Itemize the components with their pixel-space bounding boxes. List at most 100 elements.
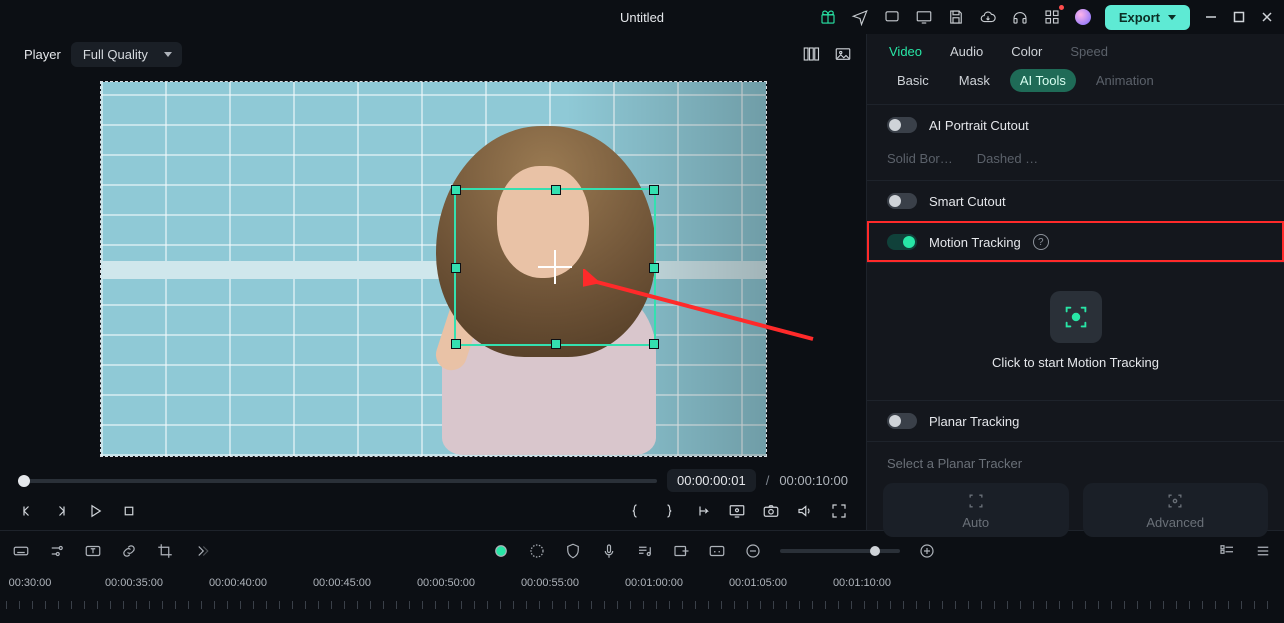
brace-open-icon[interactable] — [626, 502, 644, 520]
image-icon[interactable] — [834, 45, 852, 63]
seek-knob[interactable] — [18, 475, 30, 487]
add-media-icon[interactable] — [672, 542, 690, 560]
tracker-option-auto[interactable]: Auto — [883, 483, 1069, 537]
zoom-out-icon[interactable] — [744, 542, 762, 560]
resize-handle[interactable] — [551, 185, 561, 195]
mark-out-icon[interactable] — [694, 502, 712, 520]
window-maximize-button[interactable] — [1232, 10, 1246, 24]
save-icon[interactable] — [947, 8, 965, 26]
resize-handle[interactable] — [649, 263, 659, 273]
current-time: 00:00:00:01 — [667, 469, 756, 492]
account-avatar[interactable] — [1075, 9, 1091, 25]
step-back-icon[interactable] — [18, 502, 36, 520]
step-forward-icon[interactable] — [52, 502, 70, 520]
time-label: 00:00:35:00 — [105, 577, 163, 589]
gift-icon[interactable] — [819, 8, 837, 26]
stop-icon[interactable] — [120, 502, 138, 520]
zoom-slider[interactable] — [780, 549, 900, 553]
smart-cutout-row: Smart Cutout — [867, 180, 1284, 221]
caption-icon[interactable] — [708, 542, 726, 560]
timeline-settings-icon[interactable] — [1254, 542, 1272, 560]
time-label: 00:01:05:00 — [729, 577, 787, 589]
resize-handle[interactable] — [551, 339, 561, 349]
keyboard-icon[interactable] — [12, 542, 30, 560]
layout-grid-icon[interactable] — [802, 45, 820, 63]
apps-icon[interactable] — [1043, 8, 1061, 26]
headphones-icon[interactable] — [1011, 8, 1029, 26]
player-toolbar: Player Full Quality — [8, 34, 858, 74]
tracker-option-advanced[interactable]: Advanced — [1083, 483, 1269, 537]
preview-canvas[interactable] — [8, 74, 858, 463]
planar-tracker-options: Auto Advanced — [867, 479, 1284, 537]
cloud-download-icon[interactable] — [979, 8, 997, 26]
planar-tracking-row: Planar Tracking — [867, 400, 1284, 441]
desktop-icon[interactable] — [915, 8, 933, 26]
link-icon[interactable] — [120, 542, 138, 560]
zoom-in-icon[interactable] — [918, 542, 936, 560]
volume-icon[interactable] — [796, 502, 814, 520]
clip-selection[interactable] — [100, 81, 767, 457]
zoom-knob[interactable] — [870, 546, 880, 556]
player-label: Player — [24, 47, 61, 62]
resize-handle[interactable] — [649, 339, 659, 349]
resize-handle[interactable] — [451, 339, 461, 349]
smart-cutout-toggle[interactable] — [887, 193, 917, 209]
fullscreen-icon[interactable] — [830, 502, 848, 520]
time-label: 00:00:45:00 — [313, 577, 371, 589]
motion-tracking-row: Motion Tracking ? — [867, 221, 1284, 262]
resize-handle[interactable] — [451, 185, 461, 195]
timeline-view-icon[interactable] — [1218, 542, 1236, 560]
ai-portrait-cutout-row: AI Portrait Cutout — [867, 104, 1284, 145]
motion-tracking-cta: Click to start Motion Tracking — [992, 355, 1159, 370]
start-motion-tracking-button[interactable] — [1050, 291, 1102, 343]
color-wheel-icon[interactable] — [528, 542, 546, 560]
display-record-icon[interactable] — [728, 502, 746, 520]
mic-icon[interactable] — [600, 542, 618, 560]
timeline-ruler[interactable]: 00:30:0000:00:35:0000:00:40:0000:00:45:0… — [0, 571, 1284, 623]
chevron-down-icon — [164, 52, 172, 57]
tab-video[interactable]: Video — [889, 44, 922, 59]
ai-portrait-toggle[interactable] — [887, 117, 917, 133]
time-label: 00:01:00:00 — [625, 577, 683, 589]
quality-select[interactable]: Full Quality — [71, 42, 182, 67]
send-icon[interactable] — [851, 8, 869, 26]
tab-speed[interactable]: Speed — [1070, 44, 1108, 59]
subtab-animation[interactable]: Animation — [1086, 69, 1164, 92]
smart-cutout-label: Smart Cutout — [929, 194, 1006, 209]
ai-portrait-label: AI Portrait Cutout — [929, 118, 1029, 133]
music-list-icon[interactable] — [636, 542, 654, 560]
motion-tracking-toggle[interactable] — [887, 234, 917, 250]
chevron-down-icon — [1168, 15, 1176, 20]
settings-sliders-icon[interactable] — [48, 542, 66, 560]
tab-audio[interactable]: Audio — [950, 44, 983, 59]
window-close-button[interactable] — [1260, 10, 1274, 24]
video-frame — [101, 82, 766, 456]
help-icon[interactable]: ? — [1033, 234, 1049, 250]
planar-tracking-toggle[interactable] — [887, 413, 917, 429]
more-tools-icon[interactable] — [192, 542, 210, 560]
brace-close-icon[interactable] — [660, 502, 678, 520]
transport-controls — [8, 494, 858, 530]
total-duration: 00:00:10:00 — [779, 473, 848, 488]
shield-icon[interactable] — [564, 542, 582, 560]
seek-bar[interactable] — [18, 479, 657, 483]
window-minimize-button[interactable] — [1204, 10, 1218, 24]
message-icon[interactable] — [883, 8, 901, 26]
preview-pane: Player Full Quality — [0, 34, 866, 530]
subtab-ai-tools[interactable]: AI Tools — [1010, 69, 1076, 92]
planar-tracker-select-label: Select a Planar Tracker — [867, 441, 1284, 479]
subtab-basic[interactable]: Basic — [887, 69, 939, 92]
export-button[interactable]: Export — [1105, 5, 1190, 30]
play-icon[interactable] — [86, 502, 104, 520]
resize-handle[interactable] — [451, 263, 461, 273]
tab-color[interactable]: Color — [1011, 44, 1042, 59]
resize-handle[interactable] — [649, 185, 659, 195]
subtab-mask[interactable]: Mask — [949, 69, 1000, 92]
snapshot-icon[interactable] — [762, 502, 780, 520]
motion-tracking-target[interactable] — [454, 188, 656, 346]
ai-orb-icon[interactable] — [492, 542, 510, 560]
time-label: 00:00:40:00 — [209, 577, 267, 589]
text-clip-icon[interactable] — [84, 542, 102, 560]
crop-icon[interactable] — [156, 542, 174, 560]
sub-tabs: Basic Mask AI Tools Animation — [867, 65, 1284, 104]
